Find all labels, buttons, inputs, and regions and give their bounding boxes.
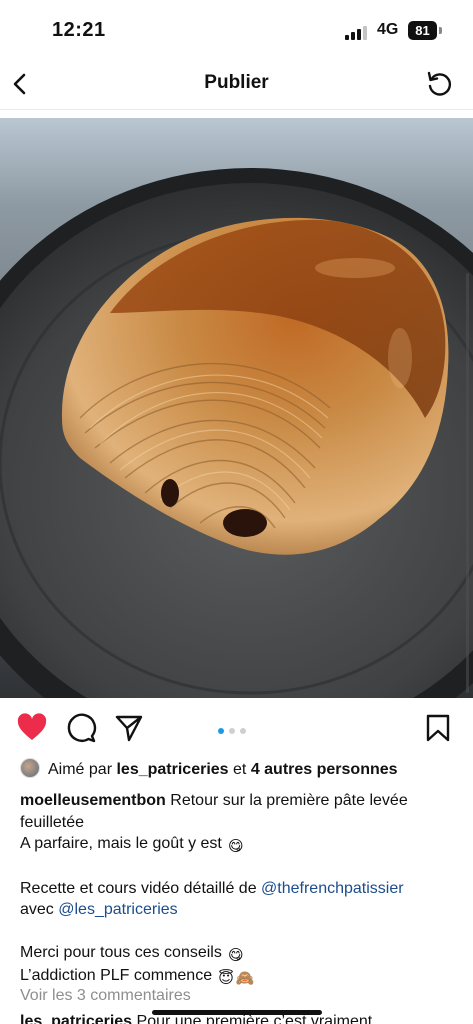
scrollbar[interactable] [466,273,469,693]
refresh-button[interactable] [423,68,455,100]
likes-others[interactable]: 4 autres personnes [251,761,398,778]
liker-username[interactable]: les_patriceries [116,761,228,778]
avatar [20,758,40,778]
comment-button[interactable] [65,712,97,744]
caption-line3: Recette et cours vidéo détaillé de [20,879,257,897]
signal-icon [345,24,369,40]
yum-emoji-icon: 😋 [228,838,244,855]
yum-emoji-icon: 😋 [227,947,244,964]
likes-prefix: Aimé par [48,761,113,778]
monkey-emoji-icon: 🙈 [235,970,255,987]
like-button[interactable] [16,712,48,744]
save-button[interactable] [422,712,454,744]
status-time: 12:21 [52,19,106,41]
caption-line2: A parfaire, mais le goût y est [20,835,222,852]
pastry-illustration [0,118,473,698]
refresh-icon [427,71,452,96]
caption-line6: L’addiction PLF commence [20,967,213,984]
heart-filled-icon [17,713,47,740]
mention-link[interactable]: @les_patriceries [58,901,177,918]
comment-username[interactable]: les_patriceries [20,1013,132,1024]
post-caption: moelleusementbon Retour sur la première … [20,790,460,988]
comment-icon [67,713,97,743]
caption-line4: avec [20,901,54,918]
page-title: Publier [204,72,269,93]
mention-link[interactable]: @thefrenchpatissier [261,880,404,897]
caption-username[interactable]: moelleusementbon [20,792,166,809]
share-button[interactable] [113,712,145,744]
send-icon [115,715,143,742]
post-actions [0,708,473,748]
bookmark-icon [426,714,450,742]
likes-middle: et [233,761,247,778]
battery-tip [439,27,442,34]
caption-line5: Merci pour tous ces conseils [20,944,222,961]
home-indicator[interactable] [152,1010,322,1015]
battery-icon: 81 [408,21,437,40]
network-type: 4G [377,21,399,38]
post-image[interactable] [0,118,473,698]
view-comments-link[interactable]: Voir les 3 commentaires [20,987,191,1005]
likes-summary[interactable]: Aimé par les_patriceries et 4 autres per… [20,758,398,782]
halo-emoji-icon: 😇 [218,970,234,987]
status-bar: 12:21 4G 81 [0,0,473,60]
nav-header: Publier [0,60,473,110]
